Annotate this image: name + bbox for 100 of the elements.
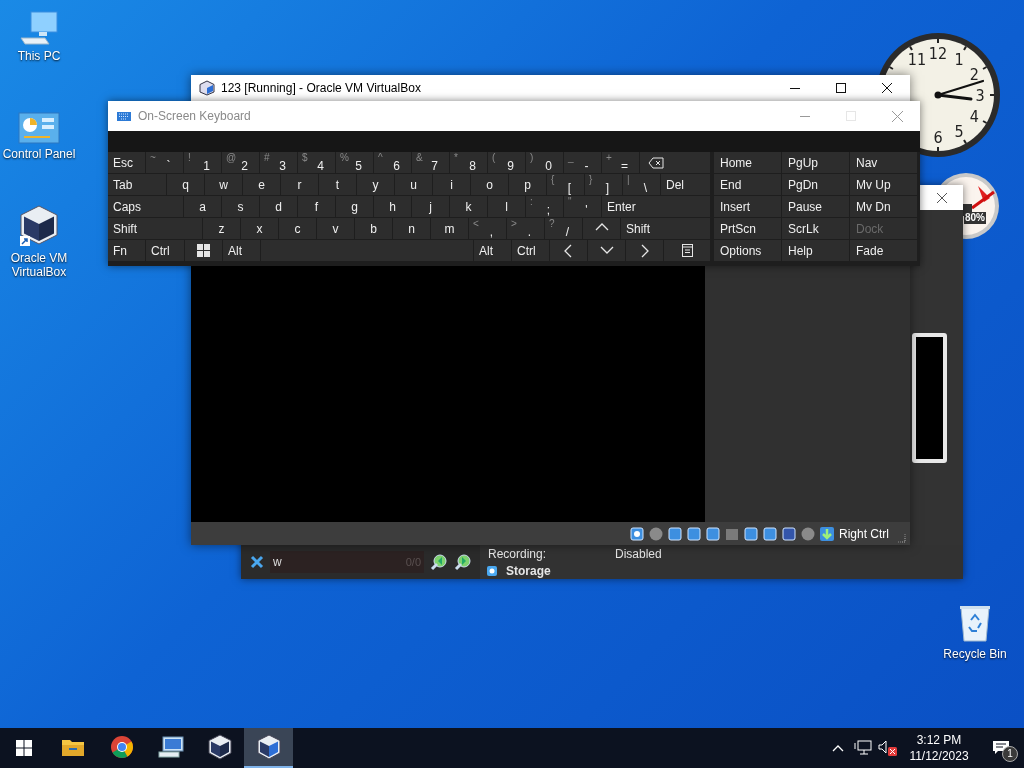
keyboard-key[interactable]: % 5 [336,152,373,173]
keyboard-key[interactable]: Mv Dn [850,196,917,217]
keyboard-key[interactable]: q [167,174,204,195]
keyboard-key[interactable]: w [205,174,242,195]
keyboard-key[interactable]: Insert [714,196,781,217]
keyboard-key[interactable]: x [241,218,278,239]
keyboard-key[interactable]: Ctrl [146,240,184,261]
keyboard-key[interactable]: * 8 [450,152,487,173]
clock-time[interactable]: 3:12 PM [916,732,962,748]
keyboard-key[interactable]: o [471,174,508,195]
keyboard-key[interactable]: h [374,196,411,217]
keyboard-key[interactable]: m [431,218,468,239]
backspace-icon [648,156,664,169]
keyboard-key[interactable]: PgDn [782,174,849,195]
keyboard-key[interactable]: r [281,174,318,195]
keyboard-key[interactable]: v [317,218,354,239]
clock-date[interactable]: 11/12/2023 [909,748,969,764]
keyboard-key[interactable]: Nav [850,152,917,173]
keyboard-key[interactable]: d [260,196,297,217]
keyboard-key[interactable]: k [450,196,487,217]
keyboard-key[interactable]: + = [602,152,639,173]
keyboard-key[interactable]: ScrLk [782,218,849,239]
keyboard-key[interactable]: PgUp [782,152,849,173]
keyboard-key[interactable]: Alt [223,240,260,261]
storage-icon [486,565,498,577]
keyboard-key[interactable]: PrtScn [714,218,781,239]
keyboard-key[interactable]: < , [469,218,506,239]
keyboard-key[interactable]: Pause [782,196,849,217]
keyboard-key[interactable]: n [393,218,430,239]
resize-grip-icon[interactable] [896,533,906,543]
keyboard-key[interactable]: " ' [564,196,601,217]
desktop-icon-label[interactable]: Control Panel [2,147,76,161]
right-key[interactable] [626,240,663,261]
desktop-icon-label[interactable]: This PC [2,49,76,63]
windows-key[interactable] [185,240,222,261]
keyboard-key[interactable]: Esc [108,152,145,173]
backspace-key[interactable] [640,152,710,173]
close-icon [882,83,892,93]
keyboard-key[interactable]: ( 9 [488,152,525,173]
keyboard-key[interactable]: Del [661,174,710,195]
keyboard-key[interactable]: s [222,196,259,217]
keyboard-key[interactable]: ? / [545,218,582,239]
keyboard-key[interactable]: Help [782,240,849,261]
keyboard-key[interactable]: } ] [585,174,622,195]
down-key[interactable] [588,240,625,261]
keyboard-key[interactable]: e [243,174,280,195]
keyboard-key[interactable]: Mv Up [850,174,917,195]
close-icon[interactable] [250,555,264,569]
keyboard-key[interactable]: Ctrl [512,240,549,261]
close-icon[interactable] [936,191,948,204]
taskbar-app-button[interactable] [244,728,293,768]
keyboard-key[interactable]: l [488,196,525,217]
keyboard-key[interactable]: { [ [547,174,584,195]
keyboard-key[interactable]: g [336,196,373,217]
keyboard-key[interactable]: Alt [474,240,511,261]
clock-numeral: 11 [907,49,927,69]
keyboard-key[interactable]: c [279,218,316,239]
keyboard-key[interactable]: i [433,174,470,195]
keyboard-key[interactable]: ^ 6 [374,152,411,173]
keyboard-key[interactable]: ) 0 [526,152,563,173]
keyboard-key[interactable]: : ; [526,196,563,217]
keyboard-key[interactable]: _ - [564,152,601,173]
menu-key[interactable] [664,240,710,261]
keyboard-key[interactable]: p [509,174,546,195]
keyboard-key[interactable]: Tab [108,174,166,195]
keyboard-key[interactable]: u [395,174,432,195]
keyboard-key[interactable]: > . [507,218,544,239]
keyboard-key[interactable]: | \ [623,174,660,195]
keyboard-key[interactable]: a [184,196,221,217]
keyboard-key[interactable]: ! 1 [184,152,221,173]
desktop-icon-label[interactable]: Oracle VM VirtualBox [2,251,76,279]
chevron-up-icon[interactable] [832,744,844,752]
keyboard-key[interactable]: y [357,174,394,195]
keyboard-key[interactable]: # 3 [260,152,297,173]
keyboard-key[interactable]: $ 4 [298,152,335,173]
left-key[interactable] [550,240,587,261]
speaker-muted-icon[interactable] [878,739,898,757]
keyboard-key[interactable]: z [203,218,240,239]
keyboard-key[interactable]: End [714,174,781,195]
keyboard-key[interactable]: j [412,196,449,217]
keyboard-key[interactable]: Options [714,240,781,261]
keyboard-key[interactable]: Caps [108,196,183,217]
keyboard-key[interactable]: Enter [602,196,710,217]
clock-numeral: 5 [954,122,964,142]
keyboard-key[interactable]: t [319,174,356,195]
keyboard-key[interactable]: Shift [108,218,202,239]
desktop-icon-label[interactable]: Recycle Bin [943,645,1007,663]
keyboard-key[interactable]: ~ ` [146,152,183,173]
keyboard-key[interactable]: Fade [850,240,917,261]
keyboard-key[interactable]: Shift [621,218,710,239]
keyboard-key[interactable]: Fn [108,240,145,261]
keyboard-key[interactable]: Home [714,152,781,173]
keyboard-key[interactable]: f [298,196,335,217]
keyboard-key[interactable]: b [355,218,392,239]
up-key[interactable] [583,218,620,239]
keyboard-key[interactable]: & 7 [412,152,449,173]
search-next-icon[interactable] [454,553,472,571]
keyboard-key[interactable]: @ 2 [222,152,259,173]
notification-button[interactable]: 1 [978,728,1024,768]
search-previous-icon[interactable] [430,553,448,571]
